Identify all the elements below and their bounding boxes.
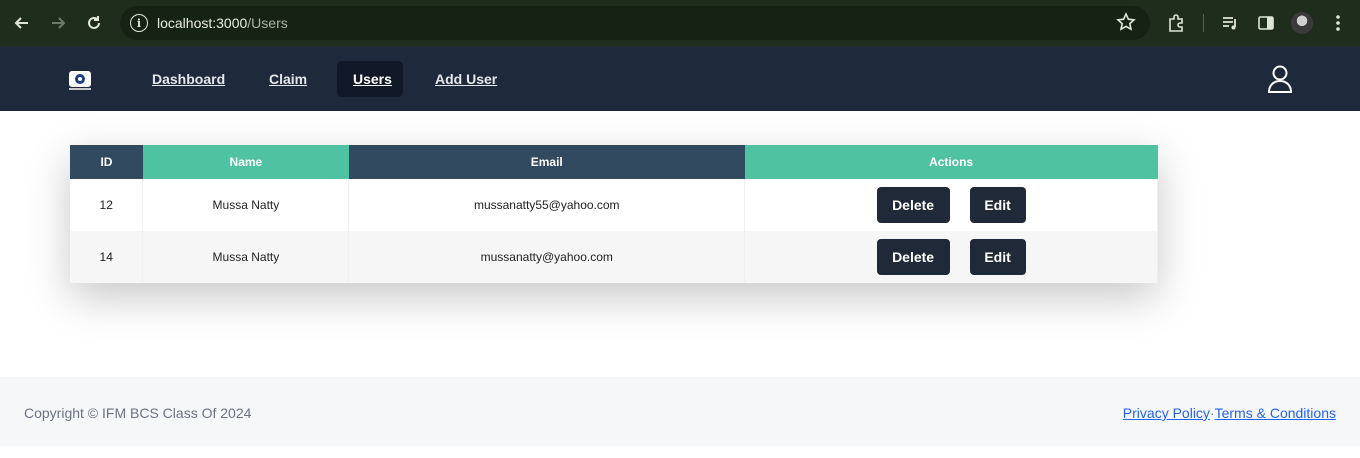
header-id: ID bbox=[70, 145, 143, 179]
logo-icon[interactable] bbox=[66, 66, 94, 94]
header-actions: Actions bbox=[744, 145, 1158, 179]
site-info-icon[interactable]: i bbox=[130, 14, 148, 32]
app-navbar: Dashboard Claim Users Add User bbox=[0, 46, 1360, 111]
media-controls-icon[interactable] bbox=[1219, 12, 1241, 34]
delete-button[interactable]: Delete bbox=[876, 187, 950, 223]
cell-actions: Delete Edit bbox=[744, 231, 1158, 283]
terms-link[interactable]: Terms & Conditions bbox=[1215, 405, 1336, 421]
nav-link-claim[interactable]: Claim bbox=[269, 71, 307, 87]
bookmark-star-icon[interactable] bbox=[1116, 12, 1136, 37]
side-panel-icon[interactable] bbox=[1255, 12, 1277, 34]
table-row: 12 Mussa Natty mussanatty55@yahoo.com De… bbox=[70, 179, 1158, 231]
back-icon[interactable] bbox=[10, 11, 34, 35]
url-text[interactable]: localhost:3000/Users bbox=[157, 15, 288, 31]
reload-icon[interactable] bbox=[82, 11, 106, 35]
table-row: 14 Mussa Natty mussanatty@yahoo.com Dele… bbox=[70, 231, 1158, 283]
user-profile-icon[interactable] bbox=[1266, 64, 1294, 94]
url-host: localhost:3000 bbox=[157, 15, 248, 31]
cell-email: mussanatty55@yahoo.com bbox=[348, 179, 746, 231]
header-email: Email bbox=[348, 145, 745, 179]
nav-link-dashboard[interactable]: Dashboard bbox=[152, 71, 225, 87]
browser-toolbar: i localhost:3000/Users bbox=[0, 0, 1360, 46]
profile-avatar[interactable] bbox=[1291, 12, 1313, 34]
more-menu-icon[interactable] bbox=[1327, 12, 1349, 34]
copyright-text: Copyright © IFM BCS Class Of 2024 bbox=[24, 405, 252, 421]
edit-button[interactable]: Edit bbox=[969, 187, 1026, 223]
url-path: /Users bbox=[247, 15, 288, 31]
delete-button[interactable]: Delete bbox=[876, 239, 950, 275]
nav-link-users[interactable]: Users bbox=[353, 71, 392, 87]
footer-links: Privacy Policy·Terms & Conditions bbox=[1123, 405, 1336, 421]
header-name: Name bbox=[142, 145, 349, 179]
toolbar-divider bbox=[1203, 14, 1204, 32]
nav-link-add-user[interactable]: Add User bbox=[435, 71, 497, 87]
cell-name: Mussa Natty bbox=[142, 179, 350, 231]
page-footer: Copyright © IFM BCS Class Of 2024 Privac… bbox=[0, 377, 1360, 446]
users-table-card: ID Name Email Actions 12 Mussa Natty mus… bbox=[70, 145, 1158, 283]
address-bar[interactable]: i localhost:3000/Users bbox=[120, 6, 1150, 40]
cell-email: mussanatty@yahoo.com bbox=[348, 231, 746, 283]
cell-name: Mussa Natty bbox=[142, 231, 350, 283]
forward-icon[interactable] bbox=[46, 11, 70, 35]
cell-actions: Delete Edit bbox=[744, 179, 1158, 231]
privacy-policy-link[interactable]: Privacy Policy bbox=[1123, 405, 1210, 421]
cell-id: 12 bbox=[70, 179, 144, 231]
cell-id: 14 bbox=[70, 231, 144, 283]
edit-button[interactable]: Edit bbox=[969, 239, 1026, 275]
extensions-icon[interactable] bbox=[1165, 12, 1187, 34]
users-table: ID Name Email Actions 12 Mussa Natty mus… bbox=[70, 145, 1158, 283]
table-header-row: ID Name Email Actions bbox=[70, 145, 1158, 179]
